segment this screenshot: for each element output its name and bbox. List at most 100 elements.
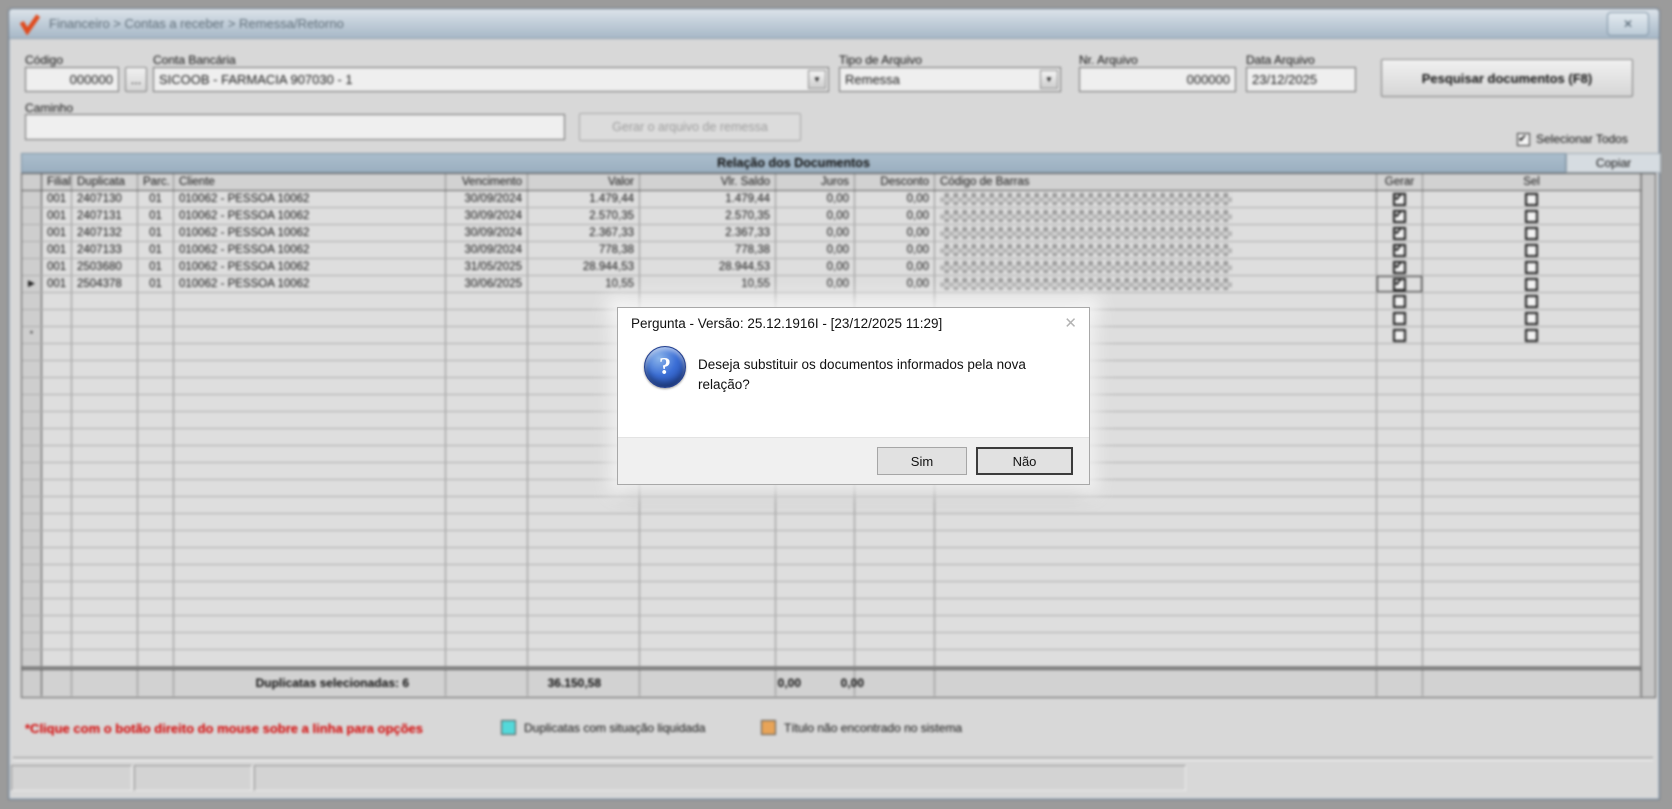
cell-empty: [855, 616, 935, 632]
cell-empty: [138, 650, 174, 666]
pesquisar-documentos-button[interactable]: Pesquisar documentos (F8): [1381, 59, 1633, 97]
cell-empty: [72, 531, 138, 547]
table-row-empty[interactable]: [22, 599, 1655, 616]
sel-checkbox[interactable]: [1525, 329, 1538, 342]
cell-barcode: [935, 259, 1377, 275]
table-row[interactable]: 001 2407133 01 010062 - PESSOA 10062 30/09/2…: [22, 242, 1655, 259]
dialog-close-icon[interactable]: ✕: [1064, 314, 1077, 332]
data-arquivo-input[interactable]: 23/12/2025: [1246, 67, 1356, 92]
cell-valor: 778,38: [528, 242, 640, 258]
cell-empty: [446, 633, 528, 649]
cell-saldo: 1.479,44: [640, 191, 776, 207]
table-row-empty[interactable]: [22, 531, 1655, 548]
gerar-checkbox[interactable]: [1393, 208, 1406, 223]
sel-checkbox[interactable]: [1525, 312, 1538, 325]
gerar-checkbox[interactable]: [1393, 191, 1406, 206]
legend-label: Duplicatas com situação liquidada: [524, 720, 706, 735]
cell-vencimento: [446, 310, 528, 326]
table-row-empty[interactable]: [22, 582, 1655, 599]
cell-cliente: [174, 293, 446, 309]
copiar-button[interactable]: Copiar: [1566, 153, 1661, 173]
gerar-checkbox[interactable]: [1393, 225, 1406, 240]
cell-empty: [42, 633, 72, 649]
cell-empty: [1377, 395, 1423, 411]
cell-desconto: 0,00: [855, 276, 935, 292]
row-indicator-empty: [22, 208, 42, 224]
selecionar-todos[interactable]: Selecionar Todos: [1517, 132, 1628, 146]
cell-cliente: 010062 - PESSOA 10062: [174, 191, 446, 207]
table-row-empty[interactable]: [22, 497, 1655, 514]
cell-vencimento: 30/06/2025: [446, 276, 528, 292]
sel-checkbox[interactable]: [1525, 193, 1538, 206]
cell-saldo: 28.944,53: [640, 259, 776, 275]
sel-checkbox[interactable]: [1525, 210, 1538, 223]
caminho-input[interactable]: [25, 114, 565, 140]
cell-filial: 001: [42, 276, 72, 292]
cell-empty: [1377, 670, 1423, 696]
cell-filial: 001: [42, 259, 72, 275]
legend-label: Título não encontrado no sistema: [784, 720, 963, 735]
cell-empty: [42, 650, 72, 666]
cell-empty: [528, 582, 640, 598]
cell-empty: [42, 548, 72, 564]
table-row[interactable]: 001 2407132 01 010062 - PESSOA 10062 30/09/2…: [22, 225, 1655, 242]
cell-empty: [72, 599, 138, 615]
table-row-empty[interactable]: [22, 616, 1655, 633]
table-row-empty[interactable]: [22, 548, 1655, 565]
table-row-empty[interactable]: [22, 514, 1655, 531]
table-row[interactable]: 001 2503680 01 010062 - PESSOA 10062 31/05/2…: [22, 259, 1655, 276]
gerar-checkbox[interactable]: [1393, 295, 1406, 308]
cell-empty: [1423, 480, 1641, 496]
cell-empty: [42, 531, 72, 547]
sim-button[interactable]: Sim: [877, 447, 967, 475]
window-close-button[interactable]: ✕: [1607, 11, 1649, 36]
row-indicator-empty: [22, 565, 42, 581]
cell-juros: 0,00: [776, 242, 855, 258]
cell-empty: [1423, 616, 1641, 632]
cell-vencimento: 30/09/2024: [446, 242, 528, 258]
selecionar-todos-checkbox[interactable]: [1517, 132, 1530, 146]
tipo-arquivo-select[interactable]: Remessa ▼: [839, 67, 1061, 92]
table-row-empty[interactable]: [22, 565, 1655, 582]
table-row-empty[interactable]: [22, 633, 1655, 650]
cell-parc: [138, 310, 174, 326]
cell-empty: [776, 650, 855, 666]
sel-checkbox[interactable]: [1525, 295, 1538, 308]
sel-checkbox[interactable]: [1525, 261, 1538, 274]
table-row-empty[interactable]: [22, 650, 1655, 667]
gerar-checkbox[interactable]: [1393, 276, 1406, 291]
cell-empty: [42, 565, 72, 581]
column-header: Vlr. Saldo: [640, 174, 776, 190]
browse-button[interactable]: ...: [125, 67, 147, 92]
gerar-checkbox[interactable]: [1393, 242, 1406, 257]
cell-empty: [72, 395, 138, 411]
gerar-remessa-button: Gerar o arquivo de remessa: [579, 113, 801, 141]
table-row[interactable]: ▶ 001 2504378 01 010062 - PESSOA 10062 30/06/…: [22, 276, 1655, 293]
chevron-down-icon[interactable]: ▼: [1040, 70, 1058, 89]
codigo-input[interactable]: 000000: [25, 67, 119, 92]
table-row[interactable]: 001 2407130 01 010062 - PESSOA 10062 30/09/2…: [22, 191, 1655, 208]
cell-vencimento: 30/09/2024: [446, 225, 528, 241]
gerar-checkbox[interactable]: [1393, 312, 1406, 325]
grid-scrollbar[interactable]: [1641, 174, 1655, 697]
cell-empty: [138, 344, 174, 360]
sel-checkbox[interactable]: [1525, 278, 1538, 291]
cell-empty: [640, 650, 776, 666]
table-row[interactable]: 001 2407131 01 010062 - PESSOA 10062 30/09/2…: [22, 208, 1655, 225]
row-indicator-empty: [22, 395, 42, 411]
divider: [13, 757, 1653, 761]
gerar-checkbox[interactable]: [1393, 329, 1406, 342]
grid-header-row[interactable]: Filial Duplicata Parc. Cliente Vencimento Val…: [22, 174, 1655, 191]
chevron-down-icon[interactable]: ▼: [808, 70, 826, 89]
cell-cliente: 010062 - PESSOA 10062: [174, 208, 446, 224]
nao-button[interactable]: Não: [976, 447, 1073, 475]
sel-checkbox[interactable]: [1525, 244, 1538, 257]
gerar-checkbox[interactable]: [1393, 259, 1406, 274]
conta-bancaria-select[interactable]: SICOOB - FARMACIA 907030 - 1 ▼: [153, 67, 829, 92]
nr-arquivo-input[interactable]: 000000: [1079, 67, 1236, 92]
sel-checkbox[interactable]: [1525, 227, 1538, 240]
cell-empty: [776, 599, 855, 615]
cell-empty: [528, 565, 640, 581]
cell-empty: [174, 395, 446, 411]
cell-vencimento: 31/05/2025: [446, 259, 528, 275]
